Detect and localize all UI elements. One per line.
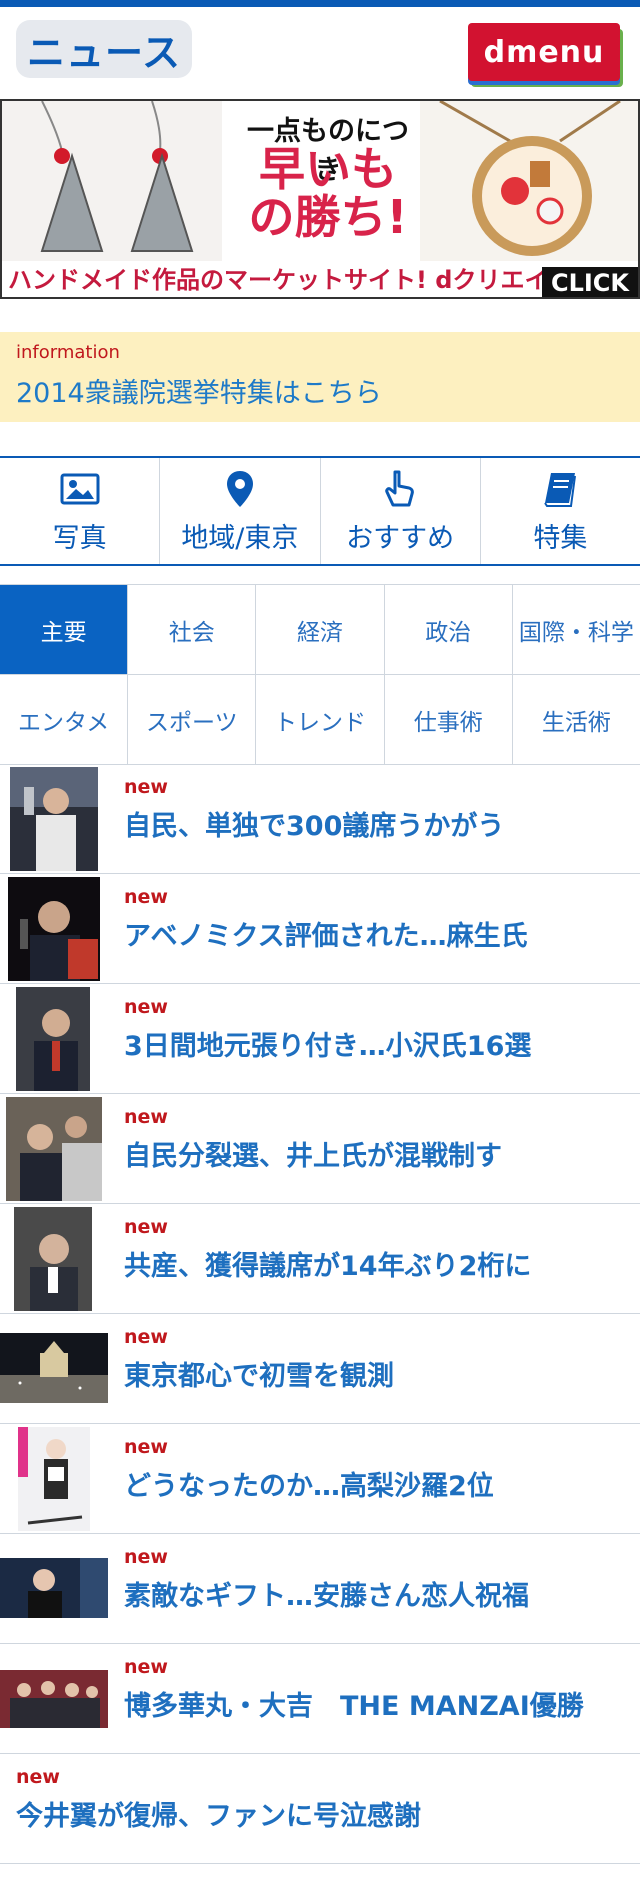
news-thumbnail	[0, 1670, 108, 1728]
news-item[interactable]: new 自民分裂選、井上氏が混戦制す	[0, 1094, 640, 1204]
news-item[interactable]: new 3日間地元張り付き…小沢氏16選	[0, 984, 640, 1094]
new-badge: new	[124, 1326, 168, 1348]
news-item[interactable]: new どうなったのか…高梨沙羅2位	[0, 1424, 640, 1534]
news-headline[interactable]: 3日間地元張り付き…小沢氏16選	[124, 1024, 630, 1063]
news-headline[interactable]: 自民分裂選、井上氏が混戦制す	[124, 1134, 630, 1173]
news-text: new 共産、獲得議席が14年ぶり2桁に	[124, 1216, 630, 1283]
news-text: new どうなったのか…高梨沙羅2位	[124, 1436, 630, 1503]
news-thumbnail	[16, 987, 90, 1091]
tab-main[interactable]: 主要	[0, 585, 129, 674]
quick-nav-recommended[interactable]: おすすめ	[321, 458, 481, 564]
quick-nav-label: おすすめ	[346, 522, 455, 554]
ad-banner[interactable]: 一点ものにつき 早いもの勝ち! ハンドメイド作品のマーケットサイト! dクリエイ…	[0, 99, 640, 299]
news-text: new 3日間地元張り付き…小沢氏16選	[124, 996, 630, 1063]
book-icon	[544, 472, 577, 507]
new-badge: new	[124, 1216, 168, 1238]
tab-society[interactable]: 社会	[128, 585, 257, 674]
election-special-link[interactable]: 2014衆議院選挙特集はこちら	[16, 371, 624, 410]
news-headline[interactable]: 共産、獲得議席が14年ぶり2桁に	[124, 1244, 630, 1283]
news-item[interactable]: new 東京都心で初雪を観測	[0, 1314, 640, 1424]
tab-sports[interactable]: スポーツ	[128, 675, 257, 764]
category-row: エンタメ スポーツ トレンド 仕事術 生活術	[0, 675, 640, 765]
news-text: new アベノミクス評価された…麻生氏	[124, 886, 630, 953]
tab-business-skills[interactable]: 仕事術	[385, 675, 513, 764]
quick-nav-label: 地域/東京	[181, 522, 299, 554]
tab-economy[interactable]: 経済	[256, 585, 385, 674]
tab-entertainment[interactable]: エンタメ	[0, 675, 129, 764]
news-item[interactable]: new アベノミクス評価された…麻生氏	[0, 874, 640, 984]
news-item[interactable]: new 素敵なギフト…安藤さん恋人祝福	[0, 1534, 640, 1644]
quick-nav: 写真 地域/東京 おすすめ 特集	[0, 456, 640, 566]
news-thumbnail	[14, 1207, 92, 1311]
news-text: new 博多華丸・大吉 THE MANZAI優勝	[124, 1656, 630, 1723]
news-text: new 自民分裂選、井上氏が混戦制す	[124, 1106, 630, 1173]
new-badge: new	[124, 886, 168, 908]
news-item[interactable]: new 今井翼が復帰、ファンに号泣感謝	[0, 1754, 640, 1864]
top-accent-bar	[0, 0, 640, 7]
quick-nav-label: 特集	[533, 522, 588, 554]
news-thumbnail	[8, 877, 100, 981]
location-pin-icon	[226, 470, 253, 507]
photo-icon	[60, 473, 100, 504]
new-badge: new	[124, 1546, 168, 1568]
news-headline[interactable]: 今井翼が復帰、ファンに号泣感謝	[16, 1794, 630, 1833]
news-item[interactable]: new 博多華丸・大吉 THE MANZAI優勝	[0, 1644, 640, 1754]
new-badge: new	[124, 996, 168, 1018]
pointing-hand-icon	[385, 470, 414, 506]
news-logo[interactable]: ニュース	[16, 20, 192, 78]
news-headline[interactable]: アベノミクス評価された…麻生氏	[124, 914, 630, 953]
new-badge: new	[16, 1766, 60, 1788]
new-badge: new	[124, 1656, 168, 1678]
information-box: information 2014衆議院選挙特集はこちら	[0, 332, 640, 422]
category-row: 主要 社会 経済 政治 国際・科学	[0, 585, 640, 675]
news-headline[interactable]: 素敵なギフト…安藤さん恋人祝福	[124, 1574, 630, 1613]
banner-click-label[interactable]: CLICK	[542, 267, 638, 297]
news-headline[interactable]: 自民、単独で300議席うかがう	[124, 804, 630, 843]
banner-catchphrase: 早いもの勝ち!	[248, 142, 408, 245]
new-badge: new	[124, 776, 168, 798]
banner-footer-text: ハンドメイド作品のマーケットサイト! dクリエイターズ	[8, 266, 619, 294]
news-text: new 自民、単独で300議席うかがう	[124, 776, 630, 843]
quick-nav-photo[interactable]: 写真	[0, 458, 161, 564]
news-text: new 素敵なギフト…安藤さん恋人祝福	[124, 1546, 630, 1613]
news-thumbnail	[10, 767, 98, 871]
news-list: new 自民、単独で300議席うかがう new アベノミクス評価された…麻生氏 …	[0, 764, 640, 1864]
news-thumbnail	[0, 1558, 108, 1618]
news-headline[interactable]: 博多華丸・大吉 THE MANZAI優勝	[124, 1684, 630, 1723]
news-item[interactable]: new 共産、獲得議席が14年ぶり2桁に	[0, 1204, 640, 1314]
news-headline[interactable]: どうなったのか…高梨沙羅2位	[124, 1464, 630, 1503]
tab-international-science[interactable]: 国際・科学	[513, 585, 640, 674]
quick-nav-region[interactable]: 地域/東京	[160, 458, 321, 564]
news-headline[interactable]: 東京都心で初雪を観測	[124, 1354, 630, 1393]
new-badge: new	[124, 1436, 168, 1458]
tab-politics[interactable]: 政治	[385, 585, 513, 674]
information-label: information	[16, 342, 120, 363]
news-text: new 今井翼が復帰、ファンに号泣感謝	[16, 1766, 630, 1833]
new-badge: new	[124, 1106, 168, 1128]
news-thumbnail	[6, 1097, 102, 1201]
news-text: new 東京都心で初雪を観測	[124, 1326, 630, 1393]
quick-nav-feature[interactable]: 特集	[481, 458, 640, 564]
dmenu-logo-button[interactable]: dmenu	[468, 23, 620, 81]
news-item[interactable]: new 自民、単独で300議席うかがう	[0, 764, 640, 874]
category-tabs: 主要 社会 経済 政治 国際・科学 エンタメ スポーツ トレンド 仕事術 生活術	[0, 584, 640, 765]
tab-lifestyle[interactable]: 生活術	[513, 675, 640, 764]
news-thumbnail	[0, 1333, 108, 1403]
christmas-tree-earrings-image	[2, 101, 222, 261]
pendant-necklace-image	[420, 101, 638, 261]
tab-trend[interactable]: トレンド	[256, 675, 385, 764]
quick-nav-label: 写真	[52, 522, 107, 554]
news-thumbnail	[18, 1427, 90, 1531]
header: ニュース dmenu	[0, 7, 640, 99]
